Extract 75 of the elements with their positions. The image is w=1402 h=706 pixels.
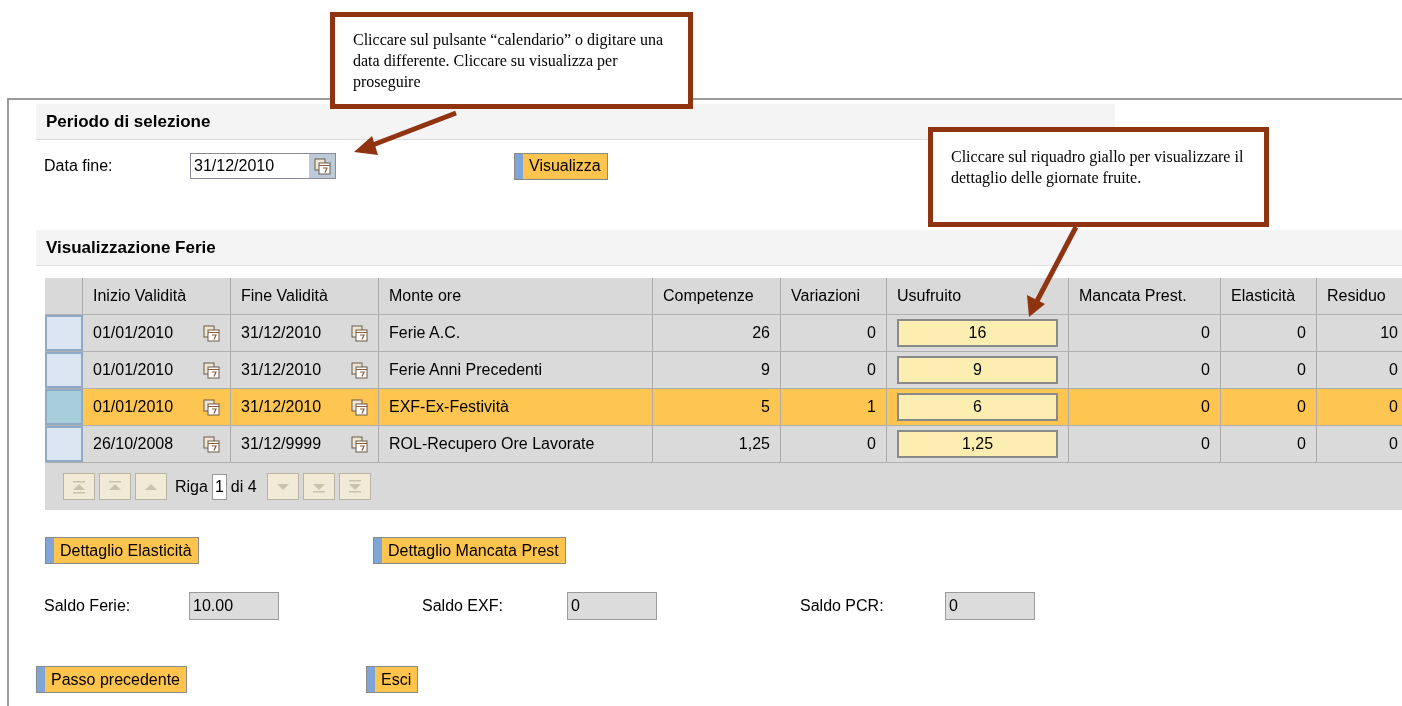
row-selector[interactable]	[45, 426, 83, 462]
callout: Cliccare sul riquadro giallo per visualizzare il dettaglio delle giornate fruite.	[928, 127, 1269, 227]
table-cell-text: EXF-Ex-Festività	[389, 397, 509, 417]
calendar-icon[interactable]	[313, 157, 331, 175]
calendar-icon[interactable]	[203, 435, 220, 453]
table-cell-text: 0	[1201, 323, 1210, 343]
detail-button[interactable]: Dettaglio Elasticità	[45, 537, 199, 564]
field-label: Data fine:	[44, 156, 114, 176]
calendar-icon[interactable]	[203, 398, 220, 416]
usage-box[interactable]: 1,25	[897, 430, 1058, 458]
scroll-down-button[interactable]	[266, 473, 299, 500]
footer-button[interactable]: Passo precedente	[36, 666, 187, 693]
callout: Cliccare sul pulsante “calendario” o digitare una data differente. Cliccare su visualizza per proseguire	[330, 12, 693, 109]
table-cell-text: 01/01/2010	[93, 360, 174, 380]
table-cell-text: 0	[867, 360, 876, 380]
table-cell-text: 0	[1297, 360, 1306, 380]
table-cell-text: 5	[761, 397, 770, 417]
table-cell-text: 31/12/2010	[241, 323, 322, 343]
balance-field: 10.00	[189, 592, 279, 620]
table-cell-text: ROL-Recupero Ore Lavorate	[389, 434, 595, 454]
balance-field: 0	[567, 592, 657, 620]
table-cell-text: 31/12/2010	[241, 360, 322, 380]
table-cell-text: 26	[752, 323, 770, 343]
table-cell-text: 0	[867, 434, 876, 454]
calendar-icon[interactable]	[203, 361, 220, 379]
table-cell-text: 0	[867, 323, 876, 343]
table-cell-text: 9	[761, 360, 770, 380]
row-selector[interactable]	[45, 389, 83, 425]
date-field[interactable]: 31/12/2010	[190, 153, 336, 179]
detail-button[interactable]: Dettaglio Mancata Prest	[373, 537, 566, 564]
calendar-icon[interactable]	[351, 324, 368, 342]
table-cell-text: 31/12/9999	[241, 434, 322, 454]
table-cell-text: 1	[867, 397, 876, 417]
scroll-down-button[interactable]	[338, 473, 371, 500]
show-button[interactable]: Visualizza	[514, 152, 608, 180]
table-cell-text: 26/10/2008	[93, 434, 174, 454]
row-selector[interactable]	[45, 352, 83, 388]
table-cell-text: 0	[1389, 434, 1398, 454]
calendar-icon[interactable]	[351, 398, 368, 416]
table-cell-text: 0	[1201, 360, 1210, 380]
table-cell-text: 31/12/2010	[241, 397, 322, 417]
table-cell-text: 0	[1297, 434, 1306, 454]
pager-label: di 4	[230, 476, 257, 497]
table-cell-text: 01/01/2010	[93, 397, 174, 417]
table-cell-text: 1,25	[738, 434, 770, 454]
row-selector[interactable]	[45, 315, 83, 351]
calendar-icon[interactable]	[203, 324, 220, 342]
balance-field: 0	[945, 592, 1035, 620]
scroll-up-button[interactable]	[99, 473, 131, 500]
section-header: Visualizzazione Ferie	[36, 230, 1402, 266]
table-cell-text: 0	[1201, 434, 1210, 454]
table-cell-text: 0	[1297, 323, 1306, 343]
field-label: Saldo Ferie:	[44, 596, 132, 616]
table-cell-text: Ferie Anni Precedenti	[389, 360, 542, 380]
table-cell-text: 0	[1389, 360, 1398, 380]
up-arrow-icon	[70, 478, 88, 495]
table-cell-text: 01/01/2010	[93, 323, 174, 343]
table-cell-text: Ferie A.C.	[389, 323, 461, 343]
field-label: Saldo EXF:	[422, 596, 504, 616]
usage-box[interactable]: 6	[897, 393, 1058, 421]
table-cell-text: 0	[1389, 397, 1398, 417]
footer-button[interactable]: Esci	[366, 666, 419, 693]
table-cell-text: 0	[1201, 397, 1210, 417]
scroll-down-button[interactable]	[302, 473, 335, 500]
table-cell-text: 10	[1380, 323, 1398, 343]
field-label: Saldo PCR:	[800, 596, 885, 616]
table-cell-text: 0	[1297, 397, 1306, 417]
calendar-icon[interactable]	[351, 361, 368, 379]
usage-box[interactable]: 9	[897, 356, 1058, 384]
calendar-icon[interactable]	[351, 435, 368, 453]
scroll-up-button[interactable]	[135, 473, 167, 500]
usage-box[interactable]: 16	[897, 319, 1058, 347]
row-number-field[interactable]: 1	[211, 473, 227, 500]
pager-label: Riga	[175, 476, 208, 497]
scroll-up-button[interactable]	[63, 473, 95, 500]
